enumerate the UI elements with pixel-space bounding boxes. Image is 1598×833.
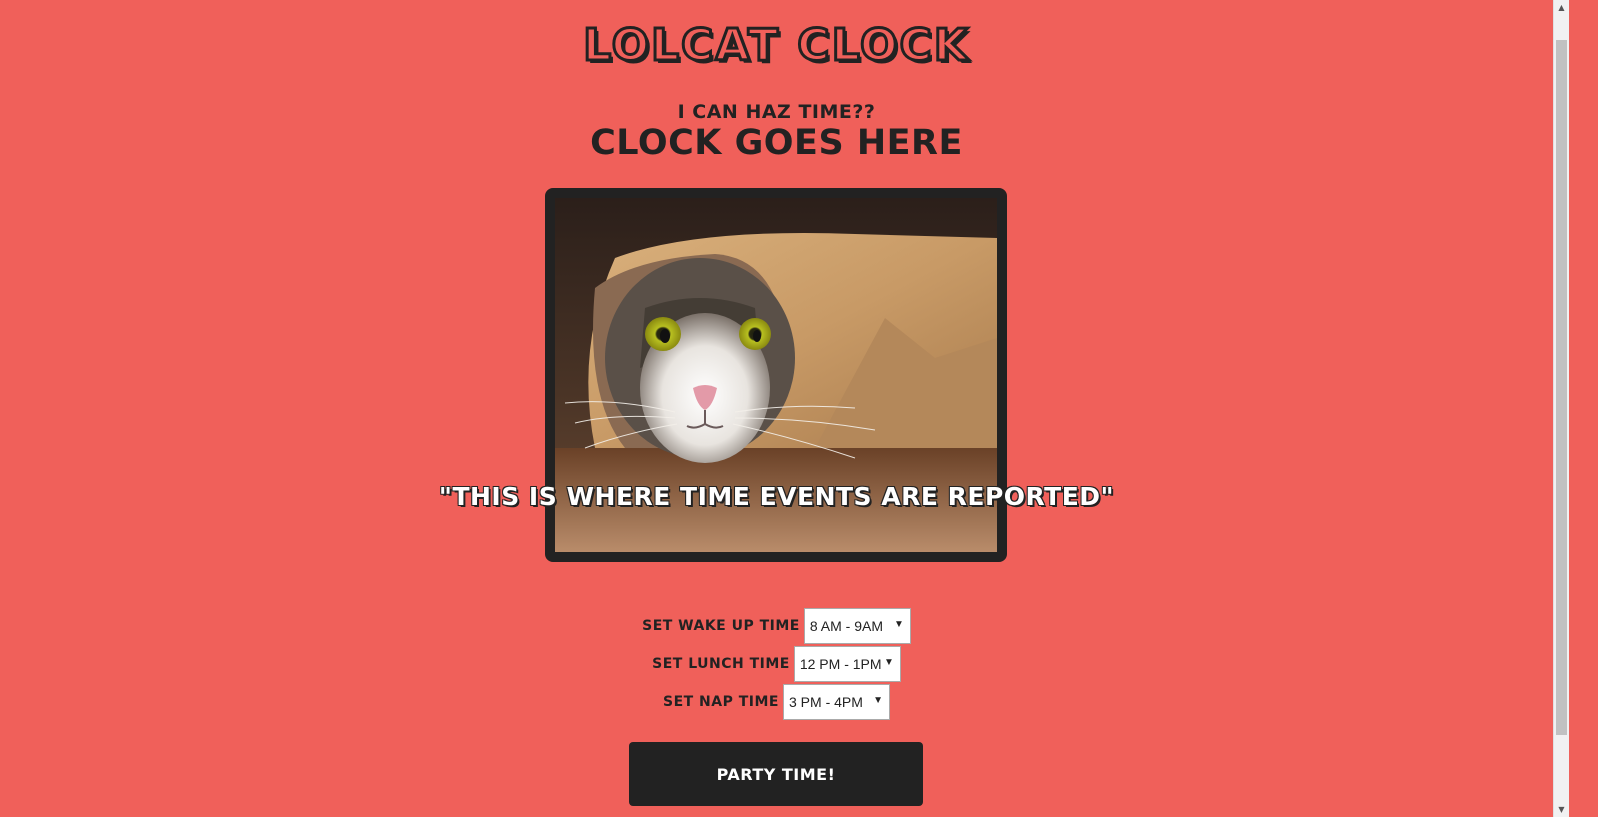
nap-select[interactable]: 3 PM - 4PM ▼ <box>783 684 890 720</box>
lunch-select-value: 12 PM - 1PM <box>799 656 882 672</box>
chevron-down-icon: ▼ <box>873 695 883 706</box>
wake-setting-row: Set wake up time 8 AM - 9AM ▼ <box>0 608 1553 644</box>
clock-display: Clock goes here <box>590 123 963 163</box>
scroll-down-icon[interactable]: ▼ <box>1554 802 1569 817</box>
lunch-setting-row: Set lunch time 12 PM - 1PM ▼ <box>0 646 1553 682</box>
event-caption: "THIS IS WHERE TIME EVENTS ARE REPORTED" <box>438 482 1115 511</box>
nap-label: Set nap time <box>662 694 779 710</box>
wake-select-value: 8 AM - 9AM <box>809 618 884 634</box>
wake-select[interactable]: 8 AM - 9AM ▼ <box>803 608 911 644</box>
nap-setting-row: Set nap time 3 PM - 4PM ▼ <box>0 684 1553 720</box>
lunch-label: Set lunch time <box>652 656 790 672</box>
window-bottom-edge <box>0 817 1598 833</box>
page-title: Lolcat Clock <box>582 19 970 73</box>
party-time-button[interactable]: PARTY TIME! <box>629 742 923 806</box>
scrollbar-thumb[interactable] <box>1556 40 1567 735</box>
vertical-scrollbar[interactable]: ▲ ▼ <box>1553 0 1569 817</box>
chevron-down-icon: ▼ <box>883 657 894 668</box>
page-subtitle: I can haz time?? <box>677 101 876 123</box>
lunch-select[interactable]: 12 PM - 1PM ▼ <box>793 646 901 682</box>
wake-label: Set wake up time <box>642 618 800 634</box>
nap-select-value: 3 PM - 4PM <box>789 694 863 710</box>
chevron-down-icon: ▼ <box>893 619 904 630</box>
scroll-up-icon[interactable]: ▲ <box>1554 0 1569 15</box>
page-container: Lolcat Clock I can haz time?? Clock goes… <box>0 0 1553 833</box>
